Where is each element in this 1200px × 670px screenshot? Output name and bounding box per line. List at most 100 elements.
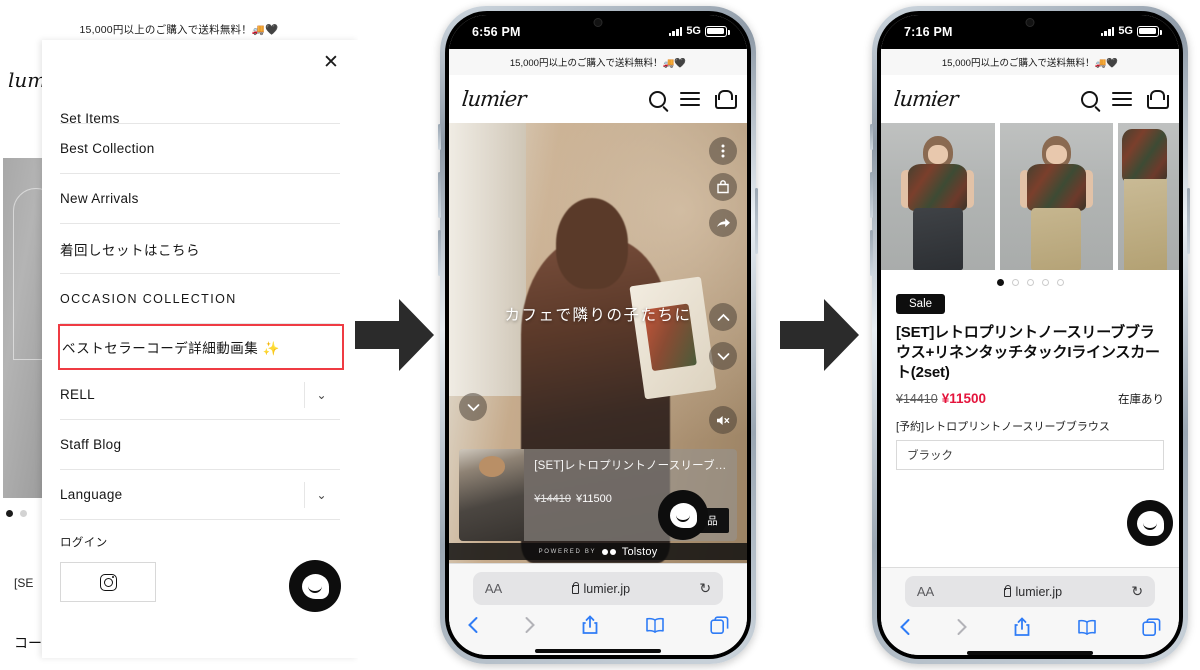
option-label: [予約]レトロプリントノースリーブブラウス: [896, 420, 1110, 433]
gallery-image[interactable]: [1118, 123, 1179, 270]
url-text: lumier.jp: [1015, 584, 1063, 599]
product-gallery[interactable]: [881, 123, 1179, 270]
header-icons: [649, 89, 737, 109]
chevron-down-icon[interactable]: ⌄: [304, 481, 338, 508]
status-time: 6:56 PM: [472, 25, 521, 39]
chat-widget-button[interactable]: [658, 490, 708, 540]
gallery-image[interactable]: [999, 123, 1114, 270]
cart-icon[interactable]: [714, 89, 737, 109]
brand-logo[interactable]: lumier: [893, 87, 959, 111]
brand-logo[interactable]: lumier: [461, 87, 527, 111]
desktop-menu-panel: 15,000円以上のご購入で送料無料！🚚🖤 lumier [SE コー ✕ Se…: [0, 0, 358, 670]
text-size-button[interactable]: AA: [485, 581, 502, 596]
network-label: 5G: [1118, 25, 1133, 37]
menu-item-new-arrivals[interactable]: New Arrivals: [60, 174, 340, 224]
safari-tools: [899, 617, 1161, 642]
url-host: lumier.jp: [1003, 584, 1063, 599]
tolstoy-video-player[interactable]: カフェで隣りの子たちに [SET]レトロプリントノースリーブ… ¥14410 ¥…: [449, 123, 747, 563]
menu-item-best-collection[interactable]: Best Collection: [60, 124, 340, 174]
chevron-down-icon[interactable]: ⌄: [304, 381, 338, 408]
url-host: lumier.jp: [571, 581, 631, 596]
search-icon[interactable]: [649, 90, 666, 108]
reload-icon[interactable]: ↻: [1131, 583, 1143, 600]
price-original: ¥14410: [896, 391, 938, 406]
hamburger-menu-icon[interactable]: [680, 92, 700, 106]
mute-icon[interactable]: [709, 406, 737, 434]
chat-widget-button[interactable]: [1127, 500, 1173, 546]
menu-item-rell[interactable]: RELL ⌄: [60, 370, 340, 420]
menu-item-staff-blog[interactable]: Staff Blog: [60, 420, 340, 470]
chevron-up-icon[interactable]: [709, 303, 737, 331]
share-icon[interactable]: [709, 209, 737, 237]
close-icon[interactable]: ✕: [318, 49, 344, 75]
stock-status: 在庫あり: [1118, 393, 1164, 406]
tabs-icon[interactable]: [1142, 618, 1161, 642]
instagram-button[interactable]: [60, 562, 156, 602]
bookmarks-icon[interactable]: [645, 617, 665, 639]
menu-item-bestseller-video-collection[interactable]: ベストセラーコーデ詳細動画集 ✨: [58, 324, 344, 370]
menu-item-label: ベストセラーコーデ詳細動画集 ✨: [62, 341, 280, 356]
status-indicators: 5G: [668, 25, 730, 37]
hamburger-menu-icon[interactable]: [1112, 92, 1132, 106]
text-size-button[interactable]: AA: [917, 584, 934, 599]
menu-item-label: Best Collection: [60, 141, 155, 156]
status-indicators: 5G: [1100, 25, 1162, 37]
bag-icon[interactable]: [709, 173, 737, 201]
url-text: lumier.jp: [583, 581, 631, 596]
back-icon[interactable]: [467, 616, 479, 639]
address-bar[interactable]: AA lumier.jp ↻: [904, 576, 1156, 608]
chevron-down-icon[interactable]: [709, 342, 737, 370]
menu-list: Set Items Best Collection New Arrivals 着…: [58, 82, 344, 602]
video-caption: カフェで隣りの子たちに: [504, 307, 692, 325]
video-curtain: [449, 123, 527, 396]
reload-icon[interactable]: ↻: [699, 580, 711, 597]
more-icon[interactable]: [709, 137, 737, 165]
safari-tools: [467, 615, 729, 640]
phone-screen: 6:56 PM 5G 15,000円以上のご購入で送料無料！🚚🖤 lumier: [449, 15, 747, 655]
gallery-image[interactable]: [881, 123, 995, 270]
promo-banner: 15,000円以上のご購入で送料無料！🚚🖤: [449, 49, 747, 75]
menu-item-label: New Arrivals: [60, 191, 139, 206]
menu-item-occasion-collection[interactable]: OCCASION COLLECTION: [60, 274, 340, 324]
color-select[interactable]: ブラック: [896, 439, 1164, 470]
search-icon[interactable]: [1081, 90, 1098, 108]
menu-item-kimawashi-set[interactable]: 着回しセットはこちら: [60, 224, 340, 274]
bookmarks-icon[interactable]: [1077, 619, 1097, 641]
tolstoy-name: Tolstoy: [621, 545, 658, 558]
home-indicator: [535, 649, 661, 653]
back-icon[interactable]: [899, 618, 911, 641]
chat-widget-button[interactable]: [289, 560, 341, 612]
price-row: ¥14410 ¥11500 在庫あり: [896, 390, 1164, 408]
gallery-dots[interactable]: [881, 270, 1179, 292]
menu-item-language[interactable]: Language ⌄: [60, 470, 340, 520]
menu-item-label: Language: [60, 487, 123, 502]
promo-banner: 15,000円以上のご購入で送料無料！🚚🖤: [79, 23, 279, 36]
cart-icon[interactable]: [1146, 89, 1169, 109]
video-prop: [629, 276, 716, 401]
login-label[interactable]: ログイン: [60, 534, 340, 550]
background-page: lumier [SE コー: [0, 48, 59, 670]
share-icon[interactable]: [581, 615, 599, 640]
forward-icon: [524, 616, 536, 639]
price-sale: ¥11500: [576, 493, 612, 505]
tabs-icon[interactable]: [710, 615, 729, 640]
battery-icon: [705, 25, 730, 37]
phone-screen: 7:16 PM 5G 15,000円以上のご購入で送料無料！🚚🖤 lumier: [881, 15, 1179, 655]
menu-item-label: RELL: [60, 387, 95, 402]
menu-item-label: 着回しセットはこちら: [60, 242, 200, 258]
site-header: lumier: [881, 75, 1179, 123]
menu-item-set-items[interactable]: Set Items: [60, 82, 340, 126]
chevron-down-icon-left[interactable]: [459, 393, 487, 421]
home-indicator: [967, 651, 1093, 655]
background-product-image: [3, 158, 59, 498]
menu-item-label: Staff Blog: [60, 437, 122, 452]
promo-banner: 15,000円以上のご購入で送料無料！🚚🖤: [881, 49, 1179, 75]
share-icon[interactable]: [1013, 617, 1031, 642]
chat-bubble-icon: [1136, 510, 1164, 536]
menu-item-label: OCCASION COLLECTION: [60, 291, 237, 306]
status-badge: Sale: [896, 294, 946, 314]
price-original: ¥14410: [534, 493, 571, 505]
background-product-subtitle: コー: [14, 635, 42, 651]
screenshot-stage: 15,000円以上のご購入で送料無料！🚚🖤 lumier [SE コー ✕ Se…: [0, 0, 1200, 670]
address-bar[interactable]: AA lumier.jp ↻: [472, 572, 724, 605]
